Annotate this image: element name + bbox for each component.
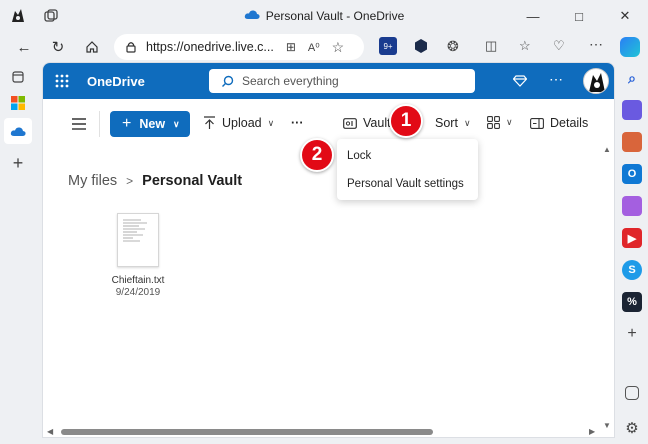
callout-1: 1 bbox=[389, 104, 423, 138]
vertical-tab-strip: + bbox=[0, 62, 36, 444]
grid-view-icon bbox=[487, 116, 500, 129]
scroll-thumb[interactable] bbox=[61, 429, 433, 435]
extension-hex-icon[interactable] bbox=[413, 38, 429, 54]
refresh-icon[interactable]: ↻ bbox=[46, 35, 70, 59]
sort-button[interactable]: Sort ∨ bbox=[435, 116, 471, 130]
chevron-down-icon: ∨ bbox=[267, 117, 275, 128]
more-options-icon[interactable]: ⋯ bbox=[547, 70, 565, 88]
file-name: Chieftain.txt bbox=[111, 275, 165, 286]
breadcrumb-current: Personal Vault bbox=[142, 173, 243, 189]
app-launcher-waffle-icon[interactable] bbox=[55, 74, 69, 88]
more-commands-button[interactable]: ··· bbox=[291, 116, 304, 130]
favorite-star-icon[interactable]: ☆ bbox=[332, 39, 345, 56]
more-commands-label: ··· bbox=[291, 116, 304, 130]
scroll-up-arrow-icon[interactable]: ▲ bbox=[603, 145, 611, 154]
scroll-right-arrow-icon[interactable]: ▶ bbox=[589, 427, 595, 436]
extension-badge-icon[interactable]: 9+ bbox=[379, 37, 397, 55]
back-icon[interactable]: ← bbox=[12, 35, 36, 59]
outlook-icon[interactable]: O bbox=[622, 164, 642, 184]
browser-toolbar: ← ↻ https://onedrive.live.c... ⊞ A⁰ ☆ 9+… bbox=[0, 32, 648, 62]
upload-arrow-icon bbox=[204, 116, 215, 129]
tab-actions-icon[interactable] bbox=[7, 66, 29, 88]
close-button[interactable]: ✕ bbox=[602, 0, 648, 32]
sidebar-settings-gear-icon[interactable]: ⚙ bbox=[622, 418, 642, 438]
details-button[interactable]: Details bbox=[530, 116, 588, 130]
microsoft-tab-icon[interactable] bbox=[7, 92, 29, 114]
hamburger-menu-icon[interactable] bbox=[71, 117, 87, 131]
chevron-down-icon: ∨ bbox=[506, 117, 513, 127]
onedrive-cloud-icon bbox=[244, 9, 260, 23]
hide-sidebar-icon[interactable] bbox=[625, 386, 639, 400]
onedrive-tab-icon[interactable] bbox=[4, 118, 32, 144]
edge-sidebar: ⌕ O ▶ S % + ⚙ bbox=[616, 32, 648, 444]
onedrive-header: OneDrive Search everything ⋯ bbox=[43, 63, 614, 99]
premium-diamond-icon[interactable] bbox=[511, 72, 529, 90]
horizontal-scrollbar[interactable]: ◀ ▶ bbox=[43, 425, 614, 437]
window-title-text: Personal Vault - OneDrive bbox=[265, 9, 405, 23]
upload-label: Upload bbox=[222, 116, 262, 130]
chevron-down-icon: ∨ bbox=[463, 117, 471, 128]
add-sidebar-app-icon[interactable]: + bbox=[622, 324, 642, 344]
sort-label: Sort bbox=[435, 116, 458, 130]
search-icon bbox=[222, 75, 234, 87]
url-text: https://onedrive.live.c... bbox=[146, 40, 274, 54]
view-layout-button[interactable]: ∨ bbox=[487, 116, 513, 129]
lock-icon bbox=[126, 42, 136, 53]
file-date: 9/24/2019 bbox=[115, 287, 161, 298]
details-pane-icon bbox=[530, 117, 544, 129]
new-button-label: New bbox=[139, 117, 166, 131]
vault-label: Vault bbox=[363, 116, 391, 130]
new-tab-icon[interactable]: + bbox=[7, 152, 29, 174]
breadcrumb: My files > Personal Vault bbox=[68, 173, 242, 189]
menu-item-vault-settings[interactable]: Personal Vault settings bbox=[347, 178, 464, 190]
shopping-tag-icon[interactable] bbox=[622, 100, 642, 120]
calculator-percent-icon[interactable]: % bbox=[622, 292, 642, 312]
vault-dropdown-menu: Lock Personal Vault settings bbox=[337, 139, 478, 200]
minimize-button[interactable]: — bbox=[510, 0, 556, 32]
upload-button[interactable]: Upload ∨ bbox=[203, 116, 274, 130]
breadcrumb-separator: > bbox=[126, 174, 134, 188]
extensions-puzzle-icon[interactable]: ❂ bbox=[447, 38, 459, 55]
maximize-button[interactable]: □ bbox=[556, 0, 602, 32]
search-placeholder: Search everything bbox=[242, 74, 339, 88]
favorites-icon[interactable]: ☆ bbox=[519, 38, 531, 54]
text-file-thumbnail bbox=[117, 213, 159, 267]
new-button[interactable]: + New ∨ bbox=[110, 111, 190, 137]
command-separator bbox=[99, 111, 100, 137]
read-aloud-icon[interactable]: A⁰ bbox=[308, 41, 320, 54]
app-title[interactable]: OneDrive bbox=[87, 74, 145, 89]
title-bar: Personal Vault - OneDrive — □ ✕ bbox=[0, 0, 648, 32]
search-box[interactable]: Search everything bbox=[209, 69, 475, 93]
menu-item-lock[interactable]: Lock bbox=[347, 150, 371, 162]
tools-briefcase-icon[interactable] bbox=[622, 132, 642, 152]
address-bar[interactable]: https://onedrive.live.c... ⊞ A⁰ ☆ bbox=[114, 34, 364, 60]
vault-icon bbox=[343, 117, 357, 129]
details-label: Details bbox=[550, 116, 589, 130]
chevron-down-icon: ∨ bbox=[173, 118, 180, 129]
skype-icon[interactable]: S bbox=[622, 260, 642, 280]
scroll-left-arrow-icon[interactable]: ◀ bbox=[47, 427, 53, 436]
plus-icon: + bbox=[122, 115, 132, 132]
app-available-icon[interactable]: ⊞ bbox=[286, 40, 296, 54]
split-screen-icon[interactable]: ◫ bbox=[485, 38, 497, 54]
user-avatar[interactable] bbox=[583, 68, 609, 94]
command-bar: + New ∨ Upload ∨ ··· Vault Sort ∨ ∨ Deta… bbox=[43, 99, 614, 149]
vertical-scrollbar[interactable]: ▲ ▼ bbox=[601, 145, 613, 431]
file-item[interactable]: Chieftain.txt 9/24/2019 bbox=[99, 213, 177, 298]
vault-button[interactable]: Vault bbox=[343, 116, 391, 130]
youtube-icon[interactable]: ▶ bbox=[622, 228, 642, 248]
search-sidebar-icon[interactable]: ⌕ bbox=[622, 68, 642, 88]
callout-2: 2 bbox=[300, 138, 334, 172]
onedrive-page: OneDrive Search everything ⋯ + New ∨ Upl… bbox=[42, 62, 615, 438]
breadcrumb-my-files[interactable]: My files bbox=[68, 173, 117, 189]
home-icon[interactable] bbox=[80, 35, 104, 59]
games-icon[interactable] bbox=[622, 196, 642, 216]
settings-more-icon[interactable]: ⋯ bbox=[589, 36, 603, 53]
browser-essentials-icon[interactable]: ♡ bbox=[553, 38, 565, 54]
